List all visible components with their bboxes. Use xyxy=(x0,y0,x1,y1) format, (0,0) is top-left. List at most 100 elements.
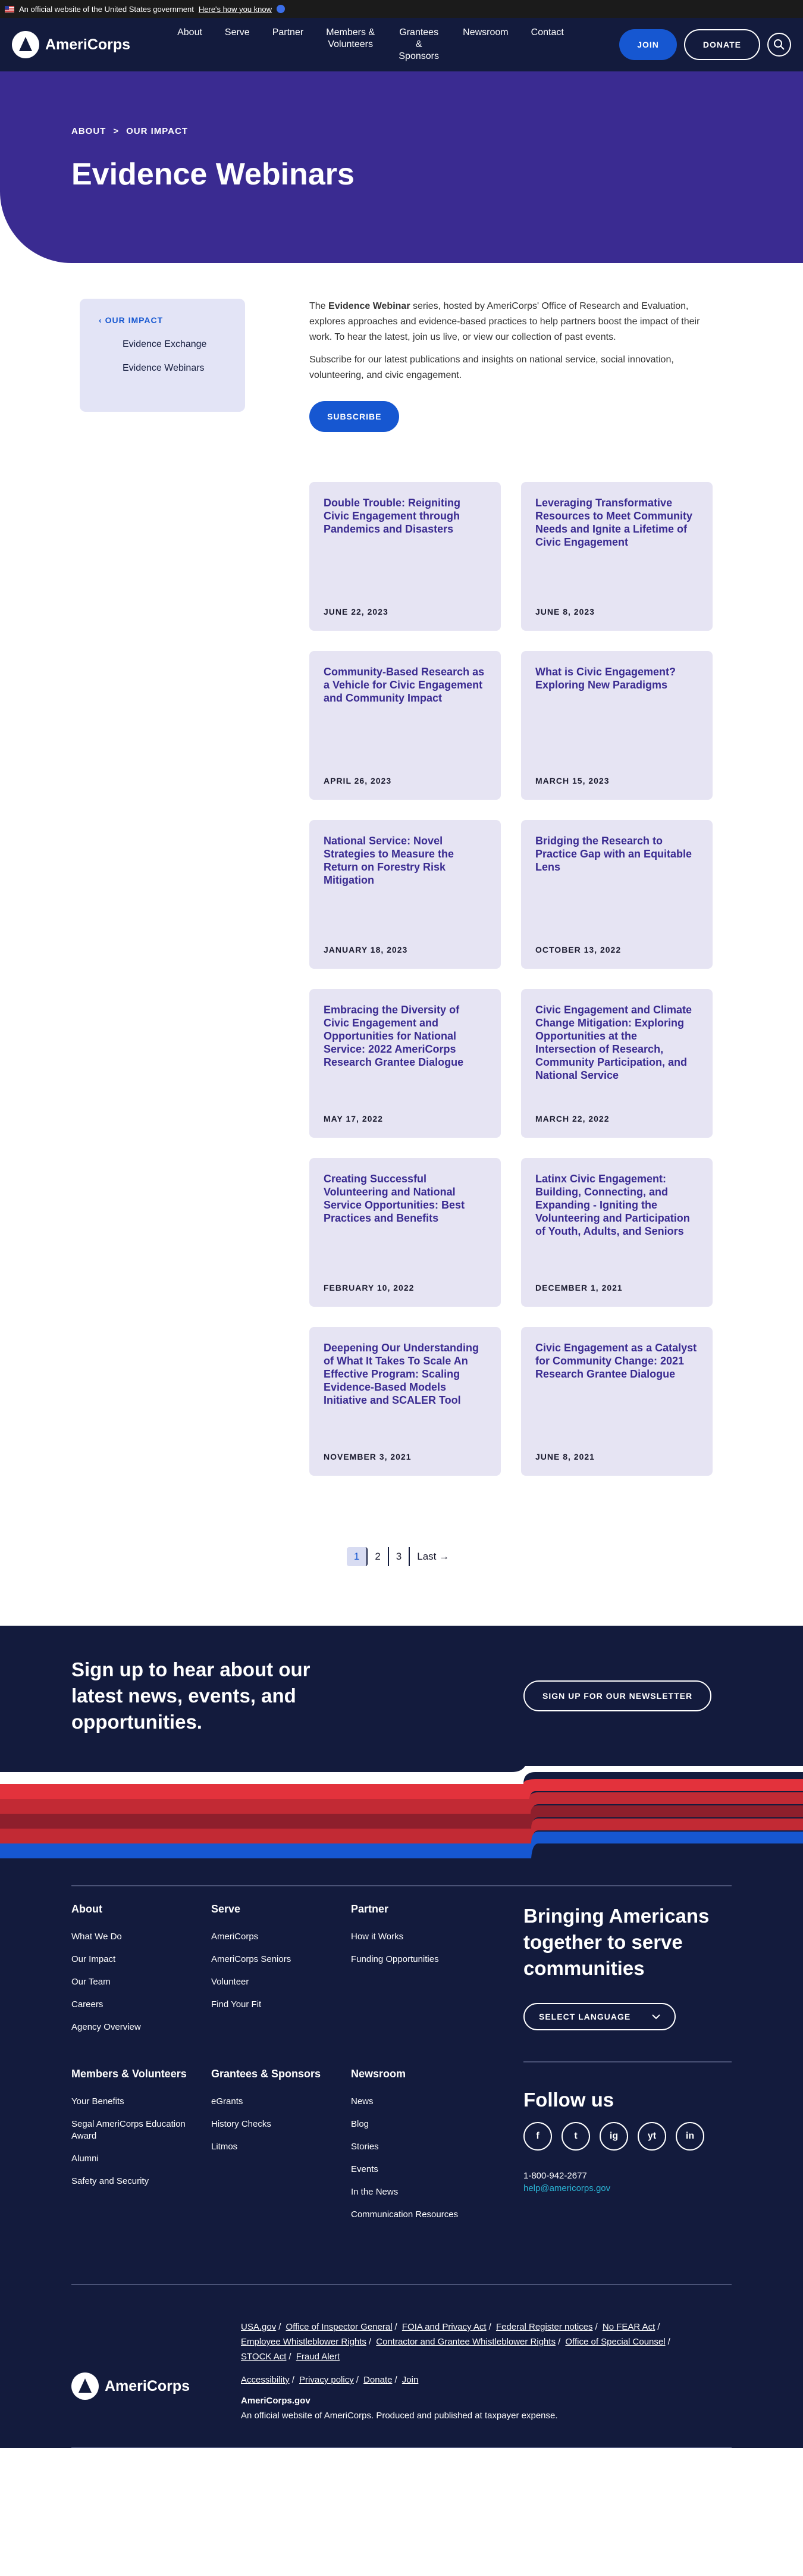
webinar-card[interactable]: Embracing the Diversity of Civic Engagem… xyxy=(309,989,501,1138)
language-select[interactable]: SELECT LANGUAGE xyxy=(523,2003,676,2030)
americorps-logo[interactable]: AmeriCorps xyxy=(12,31,130,58)
footer-col-partner: Partner How it Works Funding Opportuniti… xyxy=(351,1903,491,2044)
footer-link[interactable]: AmeriCorps xyxy=(211,1931,351,1943)
nav-contact[interactable]: Contact xyxy=(520,27,575,62)
footer-link[interactable]: Segal AmeriCorps Education Award xyxy=(71,2118,211,2142)
newsletter-signup-button[interactable]: SIGN UP FOR OUR NEWSLETTER xyxy=(523,1680,712,1711)
footer-link[interactable]: Agency Overview xyxy=(71,2021,211,2033)
footer-link[interactable]: AmeriCorps Seniors xyxy=(211,1954,351,1965)
webinar-card[interactable]: What is Civic Engagement? Exploring New … xyxy=(521,651,713,800)
footer-columns: About What We Do Our Impact Our Team Car… xyxy=(71,1903,500,2231)
footer-link[interactable]: History Checks xyxy=(211,2118,351,2130)
footer-link[interactable]: Volunteer xyxy=(211,1976,351,1988)
footer-col-members: Members & Volunteers Your Benefits Segal… xyxy=(71,2068,211,2231)
footer-link[interactable]: Funding Opportunities xyxy=(351,1954,491,1965)
breadcrumb-about[interactable]: ABOUT xyxy=(71,126,106,136)
sidebar-item-evidence-webinars[interactable]: Evidence Webinars xyxy=(99,363,226,374)
sidebar-back-our-impact[interactable]: ‹ OUR IMPACT xyxy=(99,315,226,325)
email-link[interactable]: help@americorps.gov xyxy=(523,2183,732,2193)
legal-link[interactable]: Employee Whistleblower Rights xyxy=(241,2337,366,2347)
webinar-card[interactable]: Latinx Civic Engagement: Building, Conne… xyxy=(521,1158,713,1307)
footer-link[interactable]: News xyxy=(351,2096,491,2108)
footer-link[interactable]: Blog xyxy=(351,2118,491,2130)
webinar-card[interactable]: Creating Successful Volunteering and Nat… xyxy=(309,1158,501,1307)
newsletter-signup: Sign up to hear about our latest news, e… xyxy=(0,1626,803,1766)
policy-link[interactable]: Privacy policy xyxy=(299,2375,354,2385)
phone-number[interactable]: 1-800-942-2677 xyxy=(523,2171,732,2181)
footer-link[interactable]: What We Do xyxy=(71,1931,211,1943)
legal-link[interactable]: USA.gov xyxy=(241,2322,276,2332)
nav-serve[interactable]: Serve xyxy=(214,27,261,62)
footer-link[interactable]: How it Works xyxy=(351,1931,491,1943)
footer-link[interactable]: Alumni xyxy=(71,2153,211,2165)
footer-col-title: Grantees & Sponsors xyxy=(211,2068,321,2080)
legal-link[interactable]: FOIA and Privacy Act xyxy=(402,2322,487,2332)
footer-col-about: About What We Do Our Impact Our Team Car… xyxy=(71,1903,211,2044)
footer-link[interactable]: Events xyxy=(351,2164,491,2176)
legal-link[interactable]: Office of Special Counsel xyxy=(565,2337,665,2347)
page-1[interactable]: 1 xyxy=(346,1547,368,1566)
social-links: f t ig yt in xyxy=(523,2122,732,2151)
webinar-card[interactable]: Deepening Our Understanding of What It T… xyxy=(309,1327,501,1476)
nav-about[interactable]: About xyxy=(166,27,214,62)
heres-how-you-know-link[interactable]: Here's how you know xyxy=(199,5,272,14)
footer-link[interactable]: eGrants xyxy=(211,2096,351,2108)
webinar-date: JUNE 22, 2023 xyxy=(324,607,388,616)
footer-link[interactable]: Our Team xyxy=(71,1976,211,1988)
nav-partner[interactable]: Partner xyxy=(261,27,315,62)
expand-icon[interactable] xyxy=(277,5,286,13)
webinar-card[interactable]: Community-Based Research as a Vehicle fo… xyxy=(309,651,501,800)
policy-link[interactable]: Join xyxy=(402,2375,419,2385)
footer-link[interactable]: Find Your Fit xyxy=(211,1999,351,2011)
footer-logo[interactable]: AmeriCorps xyxy=(71,2349,241,2423)
facebook-icon[interactable]: f xyxy=(523,2122,552,2151)
youtube-icon[interactable]: yt xyxy=(638,2122,666,2151)
webinar-date: JANUARY 18, 2023 xyxy=(324,945,408,954)
webinar-card[interactable]: National Service: Novel Strategies to Me… xyxy=(309,820,501,969)
footer-link[interactable]: Our Impact xyxy=(71,1954,211,1965)
donate-button[interactable]: DONATE xyxy=(683,29,760,60)
webinar-title: Embracing the Diversity of Civic Engagem… xyxy=(324,1004,464,1068)
legal-link[interactable]: Federal Register notices xyxy=(496,2322,593,2332)
footer-link[interactable]: Communication Resources xyxy=(351,2209,491,2221)
webinar-date: MAY 17, 2022 xyxy=(324,1114,383,1123)
gov-banner: An official website of the United States… xyxy=(0,0,803,18)
linkedin-icon[interactable]: in xyxy=(676,2122,704,2151)
footer-link[interactable]: Safety and Security xyxy=(71,2176,211,2187)
join-button[interactable]: JOIN xyxy=(619,29,677,60)
footer-link[interactable]: In the News xyxy=(351,2186,491,2198)
page-last[interactable]: Last → xyxy=(410,1547,456,1566)
nav-newsroom[interactable]: Newsroom xyxy=(451,27,519,62)
breadcrumb-our-impact[interactable]: OUR IMPACT xyxy=(126,126,188,136)
twitter-icon[interactable]: t xyxy=(562,2122,590,2151)
nav-grantees-sponsors[interactable]: Grantees & Sponsors xyxy=(386,27,451,62)
sidebar-item-evidence-exchange[interactable]: Evidence Exchange xyxy=(99,339,226,350)
search-icon[interactable] xyxy=(767,33,791,57)
legal-link[interactable]: STOCK Act xyxy=(241,2352,286,2362)
webinar-card[interactable]: Civic Engagement and Climate Change Miti… xyxy=(521,989,713,1138)
footer-link[interactable]: Stories xyxy=(351,2141,491,2153)
nav-members-volunteers[interactable]: Members & Volunteers xyxy=(315,27,386,62)
legal-link[interactable]: Contractor and Grantee Whistleblower Rig… xyxy=(376,2337,556,2347)
page-2[interactable]: 2 xyxy=(368,1547,389,1566)
instagram-icon[interactable]: ig xyxy=(600,2122,628,2151)
webinar-card[interactable]: Bridging the Research to Practice Gap wi… xyxy=(521,820,713,969)
legal-link[interactable]: Office of Inspector General xyxy=(286,2322,393,2332)
policy-link[interactable]: Donate xyxy=(363,2375,392,2385)
footer-link[interactable]: Your Benefits xyxy=(71,2096,211,2108)
section-sidebar: ‹ OUR IMPACT Evidence Exchange Evidence … xyxy=(80,299,245,412)
logo-wordmark: AmeriCorps xyxy=(105,2377,190,2395)
footer-link[interactable]: Careers xyxy=(71,1999,211,2011)
footer-link[interactable]: Litmos xyxy=(211,2141,351,2153)
signup-heading: Sign up to hear about our latest news, e… xyxy=(71,1658,310,1733)
webinar-title: Civic Engagement and Climate Change Miti… xyxy=(535,1004,692,1081)
footer-col-serve: Serve AmeriCorps AmeriCorps Seniors Volu… xyxy=(211,1903,351,2044)
legal-link[interactable]: No FEAR Act xyxy=(603,2322,655,2332)
webinar-card[interactable]: Double Trouble: Reigniting Civic Engagem… xyxy=(309,482,501,631)
webinar-card[interactable]: Leveraging Transformative Resources to M… xyxy=(521,482,713,631)
legal-link[interactable]: Fraud Alert xyxy=(296,2352,340,2362)
policy-link[interactable]: Accessibility xyxy=(241,2375,290,2385)
subscribe-button[interactable]: SUBSCRIBE xyxy=(309,401,400,432)
page-3[interactable]: 3 xyxy=(389,1547,410,1566)
webinar-card[interactable]: Civic Engagement as a Catalyst for Commu… xyxy=(521,1327,713,1476)
